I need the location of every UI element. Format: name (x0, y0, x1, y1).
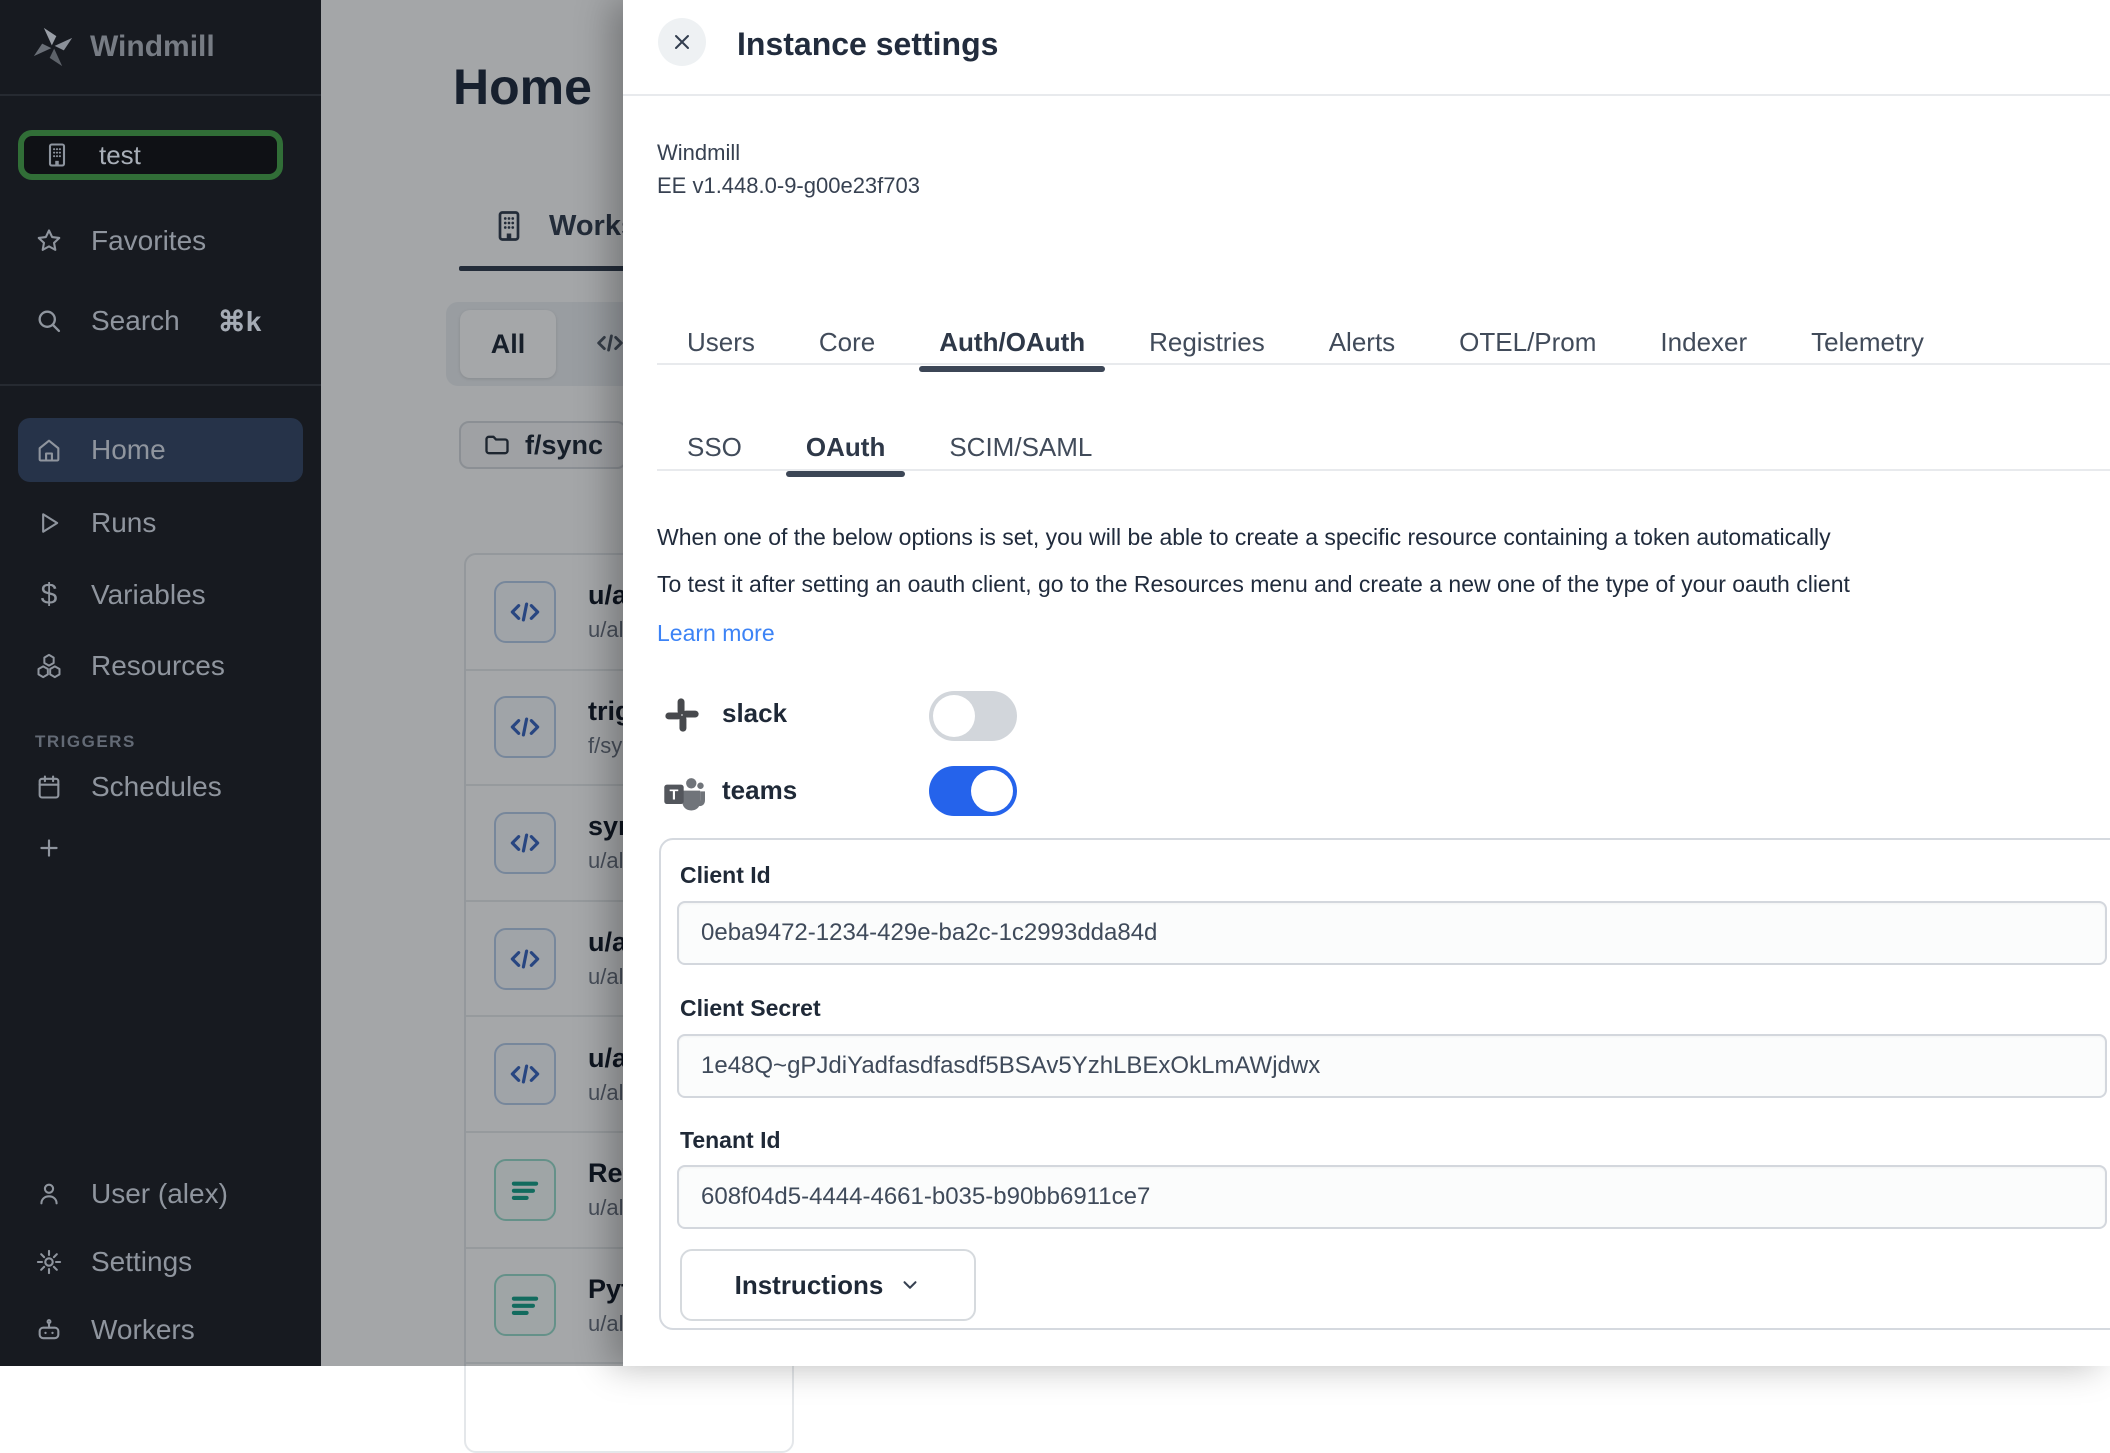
instructions-button[interactable]: Instructions (680, 1249, 976, 1321)
tab-indexer[interactable]: Indexer (1640, 320, 1767, 365)
tab-users[interactable]: Users (667, 320, 775, 365)
windmill-logo-label: Windmill (90, 30, 215, 64)
client-id-input[interactable] (677, 901, 2107, 965)
sidebar-item-settings[interactable]: Settings (0, 1233, 321, 1291)
client-id-label: Client Id (680, 862, 771, 889)
close-icon[interactable] (658, 18, 706, 66)
version-block: Windmill EE v1.448.0-9-g00e23f703 (657, 136, 920, 202)
sidebar-item-label: Runs (91, 507, 156, 539)
triggers-section-label: TRIGGERS (35, 732, 136, 752)
subtab-sso[interactable]: SSO (667, 425, 762, 469)
tab-telemetry[interactable]: Telemetry (1791, 320, 1944, 365)
robot-icon (35, 1316, 63, 1344)
teams-icon: T (663, 773, 705, 813)
toggle-knob (971, 770, 1013, 812)
provider-row-teams: T teams (623, 763, 2110, 823)
teams-toggle[interactable] (929, 766, 1017, 816)
windmill-logo-icon (33, 27, 73, 67)
settings-tabs: Users Core Auth/OAuth Registries Alerts … (667, 320, 1944, 365)
search-icon (35, 307, 63, 335)
user-icon (35, 1180, 63, 1208)
home-icon (35, 436, 63, 464)
sidebar-item-label: Settings (91, 1246, 192, 1278)
oauth-description-line2: To test it after setting an oauth client… (657, 571, 2107, 598)
toggle-knob (933, 695, 975, 737)
boxes-icon (35, 652, 63, 680)
teams-oauth-config-panel: Client Id Client Secret Tenant Id Instru… (659, 838, 2110, 1330)
sidebar-item-label: User (alex) (91, 1178, 228, 1210)
subtab-scim-saml[interactable]: SCIM/SAML (929, 425, 1112, 469)
instructions-label: Instructions (735, 1270, 884, 1301)
sidebar-item-schedules[interactable]: Schedules (0, 758, 321, 816)
sidebar-item-resources[interactable]: Resources (0, 637, 321, 695)
sidebar-item-variables[interactable]: $ Variables (0, 566, 321, 624)
sidebar-item-label: Workers (91, 1314, 195, 1346)
sidebar-add-button[interactable] (0, 819, 321, 877)
svg-text:T: T (670, 787, 679, 803)
sidebar-item-search[interactable]: Search ⌘k (0, 292, 321, 350)
sidebar-item-user[interactable]: User (alex) (0, 1165, 321, 1223)
sidebar-item-runs[interactable]: Runs (0, 494, 321, 552)
tab-auth-oauth[interactable]: Auth/OAuth (919, 320, 1105, 365)
workspace-name: test (99, 140, 141, 171)
provider-name: teams (722, 775, 797, 806)
sidebar-item-home[interactable]: Home (18, 418, 303, 482)
chevron-down-icon (899, 1274, 921, 1296)
calendar-icon (35, 773, 63, 801)
subtab-oauth[interactable]: OAuth (786, 425, 905, 469)
workspace-selector[interactable]: test (18, 130, 283, 180)
instance-settings-drawer: Instance settings Windmill EE v1.448.0-9… (623, 0, 2110, 1366)
tenant-id-label: Tenant Id (680, 1127, 781, 1154)
gear-icon (35, 1248, 63, 1276)
sidebar-item-label: Search (91, 305, 180, 337)
drawer-title: Instance settings (737, 26, 998, 63)
plus-icon (35, 834, 63, 862)
client-secret-input[interactable] (677, 1034, 2107, 1098)
sidebar-divider (0, 384, 321, 386)
sidebar-item-label: Resources (91, 650, 225, 682)
app-version: EE v1.448.0-9-g00e23f703 (657, 169, 920, 202)
slack-icon (663, 696, 701, 734)
learn-more-link[interactable]: Learn more (657, 620, 775, 647)
sidebar-divider (0, 94, 321, 96)
drawer-header-divider (623, 94, 2110, 96)
sidebar-item-label: Favorites (91, 225, 206, 257)
oauth-description-line1: When one of the below options is set, yo… (657, 524, 2107, 551)
tab-core[interactable]: Core (799, 320, 895, 365)
sidebar-item-favorites[interactable]: Favorites (0, 212, 321, 270)
sidebar-item-workers[interactable]: Workers (0, 1301, 321, 1359)
sidebar-item-label: Schedules (91, 771, 222, 803)
play-icon (35, 509, 63, 537)
auth-subtabs: SSO OAuth SCIM/SAML (667, 425, 1112, 469)
client-secret-label: Client Secret (680, 995, 821, 1022)
sidebar-item-label: Variables (91, 579, 206, 611)
search-shortcut: ⌘k (218, 305, 262, 338)
dollar-icon: $ (35, 581, 63, 609)
app-name: Windmill (657, 136, 920, 169)
tab-otel-prom[interactable]: OTEL/Prom (1439, 320, 1616, 365)
tab-alerts[interactable]: Alerts (1309, 320, 1415, 365)
tenant-id-input[interactable] (677, 1165, 2107, 1229)
provider-row-slack: slack (623, 686, 2110, 746)
star-icon (35, 227, 63, 255)
tab-registries[interactable]: Registries (1129, 320, 1285, 365)
slack-toggle[interactable] (929, 691, 1017, 741)
building-icon (43, 141, 71, 169)
provider-name: slack (722, 698, 787, 729)
sidebar: Windmill test Favorites (0, 0, 321, 1366)
sidebar-item-label: Home (91, 434, 166, 466)
